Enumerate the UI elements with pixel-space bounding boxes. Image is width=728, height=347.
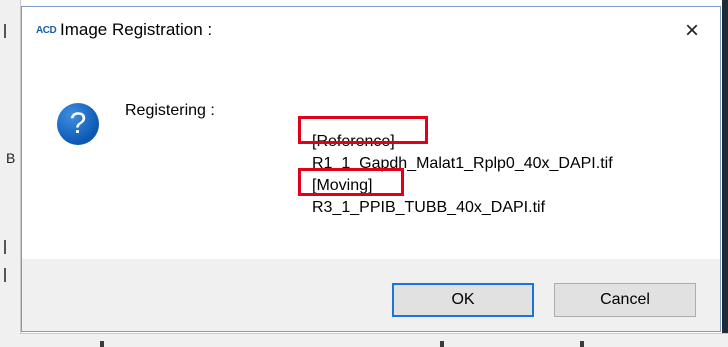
question-icon: ? xyxy=(57,103,99,145)
app-logo-icon: ACD xyxy=(36,25,57,36)
background-window-bottom xyxy=(20,333,728,347)
image-registration-dialog: ACD Image Registration : × ? Registering… xyxy=(21,6,721,332)
background-mark xyxy=(4,240,14,254)
background-letter: B xyxy=(6,150,16,166)
close-icon: × xyxy=(684,17,699,44)
registering-label: Registering : xyxy=(125,102,215,119)
ok-button[interactable]: OK xyxy=(392,283,534,317)
background-mark xyxy=(4,268,14,282)
background-window-right xyxy=(722,0,728,347)
dialog-title: Image Registration : xyxy=(60,20,213,39)
background-window-left: B xyxy=(0,0,21,347)
moving-highlight-box xyxy=(298,168,404,196)
background-tick xyxy=(100,341,104,347)
background-mark xyxy=(4,24,14,38)
moving-file: R3_1_PPIB_TUBB_40x_DAPI.tif xyxy=(312,199,546,216)
dialog-titlebar[interactable]: ACD Image Registration : × xyxy=(22,7,720,55)
question-icon-glyph: ? xyxy=(69,107,87,140)
close-button[interactable]: × xyxy=(674,15,710,47)
cancel-button[interactable]: Cancel xyxy=(554,283,696,317)
background-tick xyxy=(580,341,584,347)
dialog-footer: OK Cancel xyxy=(22,259,720,331)
reference-highlight-box xyxy=(298,116,428,144)
dialog-content: ? Registering : [Reference] R1_1_Gapdh_M… xyxy=(22,55,720,263)
background-tick xyxy=(440,341,444,347)
